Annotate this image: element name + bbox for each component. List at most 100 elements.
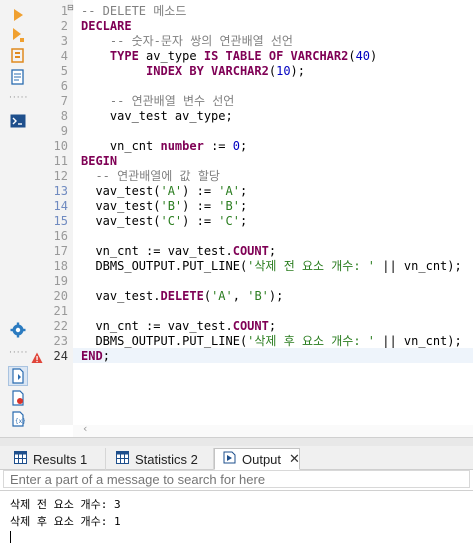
line-number: 8	[60, 109, 68, 123]
line-number: 3	[60, 34, 68, 48]
code-token: ) :=	[182, 184, 219, 198]
line-number: 16	[53, 229, 68, 243]
code-token: ) :=	[182, 199, 219, 213]
code-token: ;	[102, 349, 110, 363]
code-line[interactable]: vav_test.DELETE('A', 'B');	[81, 289, 283, 304]
variables-icon[interactable]: {x}	[9, 410, 27, 428]
line-number: 4	[60, 49, 68, 63]
settings-icon[interactable]	[9, 321, 27, 339]
panel-splitter[interactable]	[0, 437, 473, 446]
code-line[interactable]: vav_test('C') := 'C';	[81, 214, 247, 229]
close-icon[interactable]: ✕	[289, 451, 300, 467]
code-line[interactable]: -- 연관배열에 값 할당	[81, 169, 220, 184]
warning-icon[interactable]	[31, 349, 43, 363]
toolbar-separator: ·····	[9, 348, 29, 358]
code-token: INDEX BY VARCHAR2	[146, 64, 269, 78]
code-line[interactable]: vav_test av_type;	[81, 109, 233, 124]
code-line[interactable]: -- 연관배열 변수 선언	[81, 94, 234, 109]
code-line[interactable]: vav_test('B') := 'B';	[81, 199, 247, 214]
scroll-left-icon[interactable]: ‹	[83, 422, 87, 435]
line-number: 7	[60, 94, 68, 108]
search-input[interactable]	[3, 470, 470, 488]
code-token: vav_test(	[81, 214, 161, 228]
line-number: 10	[53, 139, 68, 153]
code-token: :=	[203, 139, 233, 153]
code-token: 'A'	[218, 184, 240, 198]
code-token: ;	[239, 139, 248, 153]
code-line[interactable]: -- DELETE 메소드	[81, 4, 186, 19]
tab-label: Results 1	[33, 451, 88, 467]
tab-label: Output	[242, 451, 282, 467]
code-token: ;	[268, 244, 277, 258]
line-number: 22	[53, 319, 68, 333]
code-token: DBMS_OUTPUT.PUT_LINE(	[81, 259, 248, 273]
code-line[interactable]: TYPE av_type IS TABLE OF VARCHAR2(40)	[81, 49, 377, 64]
code-line[interactable]: DECLARE	[81, 19, 132, 34]
code-token: '삭제 후 요소 개수: '	[247, 334, 376, 348]
code-line[interactable]: vn_cnt number := 0;	[81, 139, 247, 154]
code-token: ,	[232, 289, 248, 303]
explain-plan-icon[interactable]	[9, 46, 27, 64]
code-token: av_type	[138, 49, 204, 63]
code-token: vav_test av_type;	[81, 109, 233, 123]
code-token: 40	[355, 49, 371, 63]
tab-statistics-2[interactable]: Statistics 2	[108, 448, 214, 470]
output-console[interactable]: 삭제 전 요소 개수: 3 삭제 후 요소 개수: 1	[0, 490, 473, 543]
code-line[interactable]: BEGIN	[81, 154, 117, 169]
code-line[interactable]: vn_cnt := vav_test.COUNT;	[81, 319, 276, 334]
code-token: vav_test(	[81, 199, 161, 213]
run-script-icon[interactable]	[9, 26, 27, 44]
code-token: (	[348, 49, 356, 63]
code-token: -- DELETE 메소드	[81, 4, 187, 18]
code-line[interactable]: DBMS_OUTPUT.PUT_LINE('삭제 전 요소 개수: ' || v…	[81, 259, 462, 274]
sql-editor[interactable]: 1 2 3 4 5 6 7 8 9 10 11 12 13 14 15 16 17 18 19 20 21 22 23 24 …	[40, 0, 473, 437]
tab-results-1[interactable]: Results 1	[6, 448, 106, 470]
code-token: 'A'	[211, 289, 233, 303]
line-number: 6	[60, 79, 68, 93]
code-token: ;	[268, 319, 277, 333]
terminal-icon[interactable]	[9, 112, 27, 130]
code-token: ;	[239, 214, 248, 228]
code-token: 'B'	[160, 199, 183, 213]
code-token: );	[268, 289, 284, 303]
line-number: 24	[53, 349, 68, 363]
code-line[interactable]: END;	[81, 349, 110, 364]
code-line[interactable]: INDEX BY VARCHAR2(10);	[81, 64, 305, 79]
run-icon[interactable]	[9, 6, 27, 24]
horizontal-scrollbar[interactable]: ‹	[73, 422, 473, 437]
code-token: || vn_cnt);	[375, 259, 462, 273]
code-token: -- 연관배열 변수 선언	[109, 94, 235, 108]
code-token: -- 연관배열에 값 할당	[95, 169, 220, 183]
code-token: TYPE	[109, 49, 139, 63]
code-token: 'A'	[160, 184, 183, 198]
code-token: COUNT	[232, 244, 269, 258]
collapse-icon[interactable]: ⊟	[67, 3, 74, 12]
code-line[interactable]: vav_test('A') := 'A';	[81, 184, 247, 199]
code-token: ) :=	[182, 214, 219, 228]
tab-output[interactable]: Output ✕	[214, 448, 300, 470]
line-number: 12	[53, 169, 68, 183]
code-line[interactable]: -- 숫자-문자 쌍의 연관배열 선언	[81, 34, 293, 49]
code-line[interactable]: DBMS_OUTPUT.PUT_LINE('삭제 후 요소 개수: ' || v…	[81, 334, 461, 349]
side-toolbar: ····· ····· {x}	[0, 0, 40, 437]
line-number: 2	[60, 19, 68, 33]
active-file-icon[interactable]	[8, 366, 28, 386]
result-tabs: Results 1 Statistics 2 Output ✕	[0, 446, 473, 470]
code-token: IS TABLE OF VARCHAR2	[203, 49, 349, 63]
script-icon[interactable]	[9, 68, 27, 86]
code-token: DECLARE	[81, 19, 132, 33]
code-token: DBMS_OUTPUT.PUT_LINE(	[81, 334, 248, 348]
grid-icon	[116, 451, 129, 467]
line-number: 13	[53, 184, 68, 198]
output-line: 삭제 전 요소 개수: 3	[10, 498, 121, 511]
line-number-gutter: 1 2 3 4 5 6 7 8 9 10 11 12 13 14 15 16 17 18 19 20 21 22 23 24	[40, 0, 73, 425]
code-line[interactable]: vn_cnt := vav_test.COUNT;	[81, 244, 276, 259]
line-number: 23	[53, 334, 68, 348]
code-token: 'B'	[218, 199, 240, 213]
grid-icon	[14, 451, 27, 467]
code-token: 'C'	[160, 214, 183, 228]
line-number: 5	[60, 64, 68, 78]
file-error-icon[interactable]	[9, 389, 27, 407]
